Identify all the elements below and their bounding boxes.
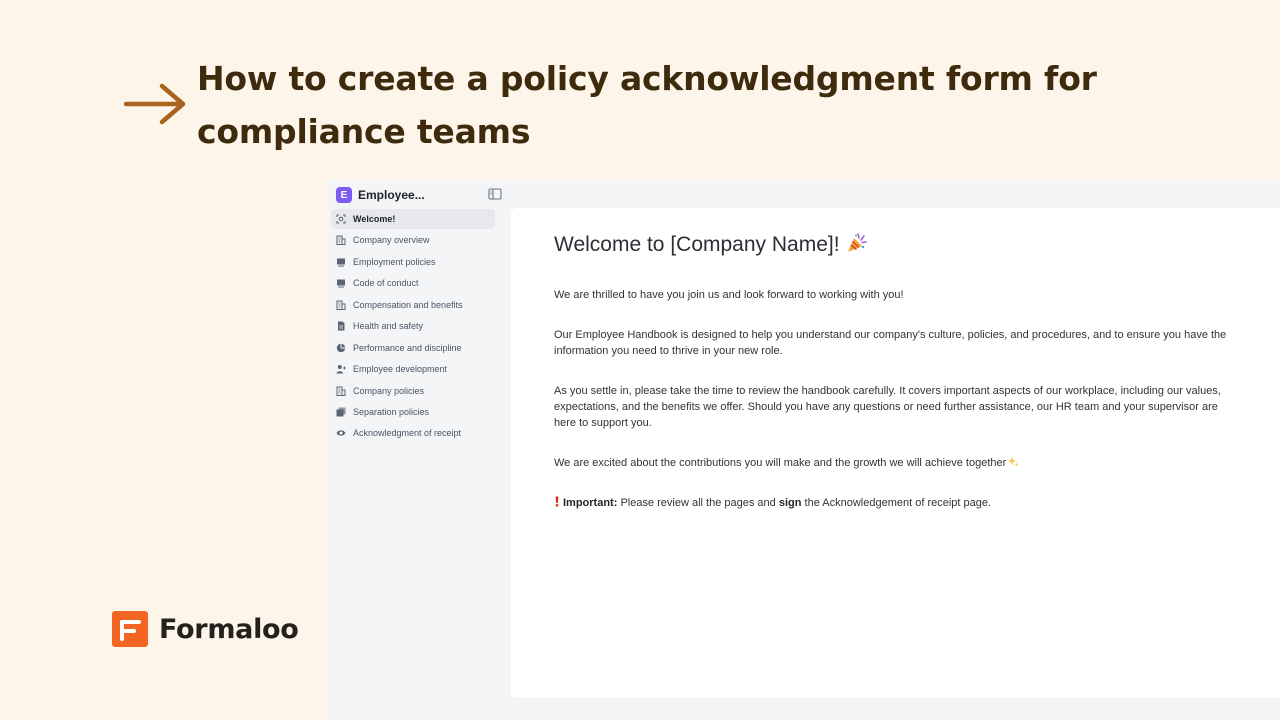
sidebar-item-company-policies[interactable]: Company policies bbox=[331, 381, 495, 401]
excited-paragraph: We are excited about the contributions y… bbox=[554, 455, 1239, 471]
excited-text: We are excited about the contributions y… bbox=[554, 457, 1007, 469]
sparkles-icon bbox=[1008, 456, 1019, 467]
workspace-title: Employee... bbox=[358, 188, 425, 202]
sidebar-item-label: Company overview bbox=[353, 235, 430, 246]
sidebar-item-employment-policies[interactable]: Employment policies bbox=[331, 252, 495, 272]
sidebar-item-code-of-conduct[interactable]: Code of conduct bbox=[331, 273, 495, 293]
article-title: How to create a policy acknowledgment fo… bbox=[197, 59, 1097, 151]
sidebar-item-label: Company policies bbox=[353, 385, 425, 396]
sidebar-item-label: Separation policies bbox=[353, 406, 430, 417]
sidebar-item-health-and-safety[interactable]: Health and safety bbox=[331, 316, 495, 336]
important-text-before: Please review all the pages and bbox=[620, 497, 776, 509]
sidebar-item-label: Health and safety bbox=[353, 321, 424, 332]
sidebar-item-label: Employee development bbox=[353, 364, 448, 375]
settle-in-paragraph: As you settle in, please take the time t… bbox=[554, 385, 1221, 429]
arrow-right-icon bbox=[124, 83, 186, 125]
sidebar-item-employee-development[interactable]: Employee development bbox=[331, 359, 495, 379]
sidebar-item-company-overview[interactable]: Company overview bbox=[331, 230, 495, 250]
person-add-icon bbox=[336, 365, 346, 374]
sidebar-item-performance-and-discipline[interactable]: Performance and discipline bbox=[331, 338, 495, 358]
document-icon bbox=[338, 321, 345, 331]
page-title-text: Welcome to [Company Name]! bbox=[554, 233, 840, 256]
important-text-after: the Acknowledgement of receipt page. bbox=[804, 497, 992, 509]
sidebar-collapse-icon[interactable] bbox=[488, 188, 502, 200]
formaloo-logo-icon bbox=[112, 611, 148, 647]
exclamation-icon bbox=[555, 496, 559, 507]
sidebar: E Employee... Welcome! Company overview … bbox=[327, 180, 511, 720]
sidebar-item-label: Welcome! bbox=[353, 214, 396, 224]
monitor-icon bbox=[337, 279, 345, 288]
app-window: E Employee... Welcome! Company overview … bbox=[327, 180, 1280, 720]
welcome-icon bbox=[336, 214, 346, 224]
intro-paragraph: We are thrilled to have you join us and … bbox=[554, 289, 904, 301]
page-content: Welcome to [Company Name]! We are thrill… bbox=[511, 208, 1280, 698]
sidebar-nav: Welcome! Company overview Employment pol… bbox=[331, 209, 495, 445]
sidebar-item-label: Acknowledgment of receipt bbox=[353, 428, 462, 439]
stack-icon bbox=[336, 407, 346, 417]
brand-name: Formaloo bbox=[159, 613, 299, 645]
sidebar-item-compensation-and-benefits[interactable]: Compensation and benefits bbox=[331, 295, 495, 315]
sidebar-item-welcome[interactable]: Welcome! bbox=[331, 209, 495, 229]
brand-logo: Formaloo bbox=[112, 611, 299, 647]
party-popper-icon bbox=[847, 233, 867, 252]
monitor-icon bbox=[337, 258, 345, 267]
sidebar-item-label: Employment policies bbox=[353, 256, 436, 267]
sidebar-item-label: Code of conduct bbox=[353, 278, 419, 289]
pie-chart-icon bbox=[336, 343, 346, 352]
workspace-header[interactable]: E Employee... bbox=[336, 185, 502, 205]
sidebar-item-label: Compensation and benefits bbox=[353, 299, 463, 310]
page-title: Welcome to [Company Name]! bbox=[554, 232, 868, 257]
important-label: Important: bbox=[563, 497, 618, 509]
important-sign: sign bbox=[778, 497, 802, 509]
sidebar-item-label: Performance and discipline bbox=[353, 342, 462, 353]
workspace-avatar: E bbox=[336, 187, 352, 203]
important-paragraph: Important: Please review all the pages a… bbox=[554, 495, 1239, 511]
building-icon bbox=[336, 235, 346, 246]
eye-icon bbox=[336, 430, 346, 436]
sidebar-item-separation-policies[interactable]: Separation policies bbox=[331, 402, 495, 422]
handbook-paragraph: Our Employee Handbook is designed to hel… bbox=[554, 329, 1227, 357]
building-icon bbox=[336, 386, 346, 396]
building-icon bbox=[336, 300, 346, 310]
sidebar-item-acknowledgment-of-receipt[interactable]: Acknowledgment of receipt bbox=[331, 423, 495, 443]
